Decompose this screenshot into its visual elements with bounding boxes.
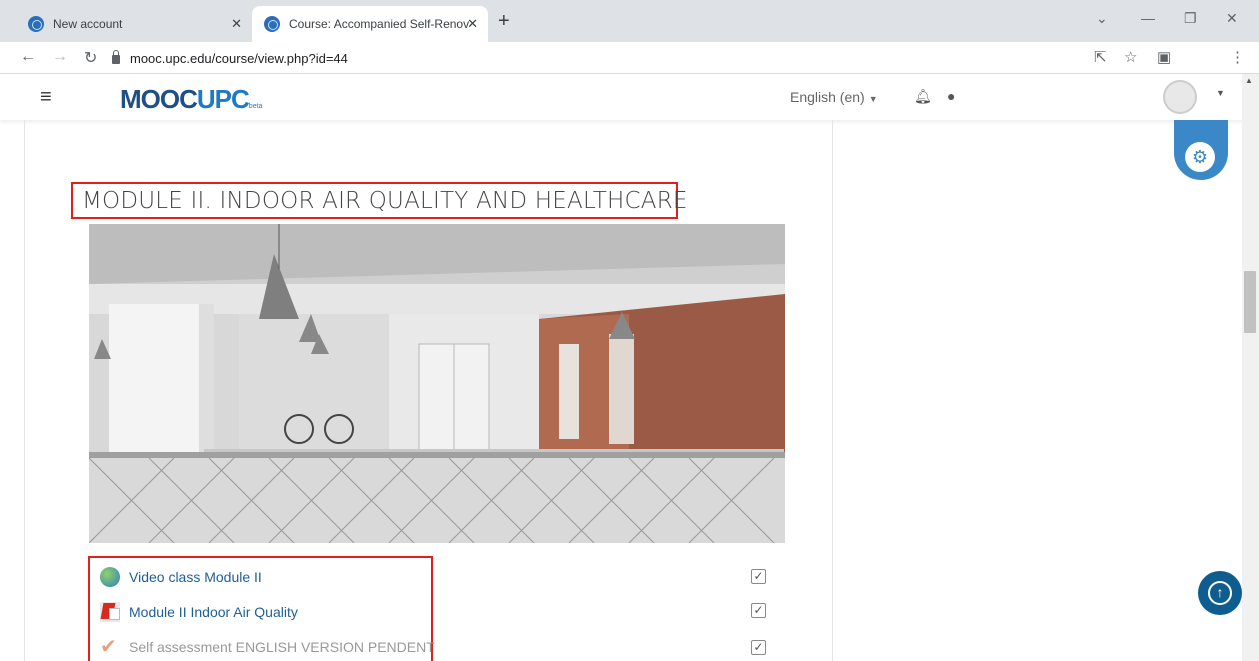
activity-link[interactable]: Video class Module II	[129, 569, 262, 585]
side-panel-icon[interactable]: ▣	[1157, 48, 1171, 66]
browser-tab-strip: New account ✕ Course: Accompanied Self-R…	[0, 0, 1259, 42]
chat-bubble-icon[interactable]: ●	[947, 88, 955, 104]
chevron-down-icon[interactable]: ⌄	[1096, 10, 1108, 27]
reload-icon[interactable]: ↻	[84, 48, 97, 68]
address-bar[interactable]: mooc.upc.edu/course/view.php?id=44	[112, 47, 348, 69]
back-to-top-button[interactable]: ↑	[1198, 571, 1242, 615]
settings-drawer-tab[interactable]: ⚙	[1174, 120, 1228, 180]
activity-link[interactable]: Self assessment ENGLISH VERSION PENDENT	[129, 639, 435, 655]
completion-checkbox-icon[interactable]: ✓	[751, 640, 766, 655]
avatar[interactable]	[1163, 80, 1197, 114]
tab-new-account[interactable]: New account ✕	[16, 6, 252, 42]
new-tab-button[interactable]: +	[498, 10, 510, 33]
close-tab-icon[interactable]: ✕	[467, 16, 478, 32]
scroll-up-arrow-icon[interactable]: ▲	[1245, 76, 1253, 85]
pdf-icon	[100, 602, 120, 622]
activity-link[interactable]: Module II Indoor Air Quality	[129, 604, 298, 620]
caret-down-icon: ▼	[868, 94, 878, 104]
activity-video-class[interactable]: Video class Module II	[100, 566, 262, 588]
tab-course[interactable]: Course: Accompanied Self-Renov ✕	[252, 6, 488, 42]
activity-pdf[interactable]: Module II Indoor Air Quality	[100, 601, 298, 623]
tab-title: New account	[53, 17, 123, 31]
gear-icon: ⚙	[1185, 142, 1215, 172]
kebab-menu-icon[interactable]: ⋮	[1230, 48, 1245, 66]
logo-accent: UPC	[196, 84, 250, 114]
logo-main: MOOC	[120, 84, 198, 114]
globe-favicon-icon	[28, 16, 44, 32]
browser-toolbar: ← → ↻ mooc.upc.edu/course/view.php?id=44…	[0, 42, 1259, 74]
caret-down-icon[interactable]: ▼	[1216, 88, 1225, 98]
site-logo[interactable]: MOOCUPCbeta	[120, 84, 262, 115]
site-header: ≡ MOOCUPCbeta English (en) ▼ 🔔︎ ● ▼	[0, 74, 1259, 120]
loft-interior-image	[89, 224, 785, 543]
hamburger-menu-icon[interactable]: ≡	[40, 86, 52, 109]
tab-title: Course: Accompanied Self-Renov	[289, 17, 470, 31]
page-scrollbar[interactable]	[1242, 74, 1259, 661]
globe-favicon-icon	[264, 16, 280, 32]
completion-checkbox-icon[interactable]: ✓	[751, 569, 766, 584]
scrollbar-thumb[interactable]	[1244, 271, 1256, 333]
restore-icon[interactable]: ❐	[1184, 10, 1197, 27]
quiz-check-icon: ✔	[100, 636, 117, 658]
minimize-icon[interactable]: —	[1141, 10, 1155, 26]
activity-self-assessment[interactable]: ✔ Self assessment ENGLISH VERSION PENDEN…	[100, 636, 435, 658]
language-label: English (en)	[790, 89, 865, 105]
logo-beta: beta	[248, 103, 263, 110]
lock-icon	[112, 49, 120, 64]
url-text: mooc.upc.edu/course/view.php?id=44	[130, 50, 348, 66]
language-selector[interactable]: English (en) ▼	[790, 89, 878, 105]
completion-checkbox-icon[interactable]: ✓	[751, 603, 766, 618]
module-title: MODULE II. INDOOR AIR QUALITY AND HEALTH…	[71, 182, 687, 219]
arrow-up-icon: ↑	[1208, 581, 1232, 605]
video-icon	[100, 567, 120, 587]
forward-arrow-icon[interactable]: →	[52, 48, 68, 66]
close-tab-icon[interactable]: ✕	[231, 16, 242, 32]
module-photo	[89, 224, 785, 543]
window-close-icon[interactable]: ✕	[1226, 10, 1238, 27]
back-arrow-icon[interactable]: ←	[20, 48, 36, 66]
share-icon[interactable]: ⇱	[1094, 48, 1107, 66]
bell-icon[interactable]: 🔔︎	[914, 88, 932, 105]
bookmark-star-icon[interactable]: ☆	[1124, 48, 1137, 66]
